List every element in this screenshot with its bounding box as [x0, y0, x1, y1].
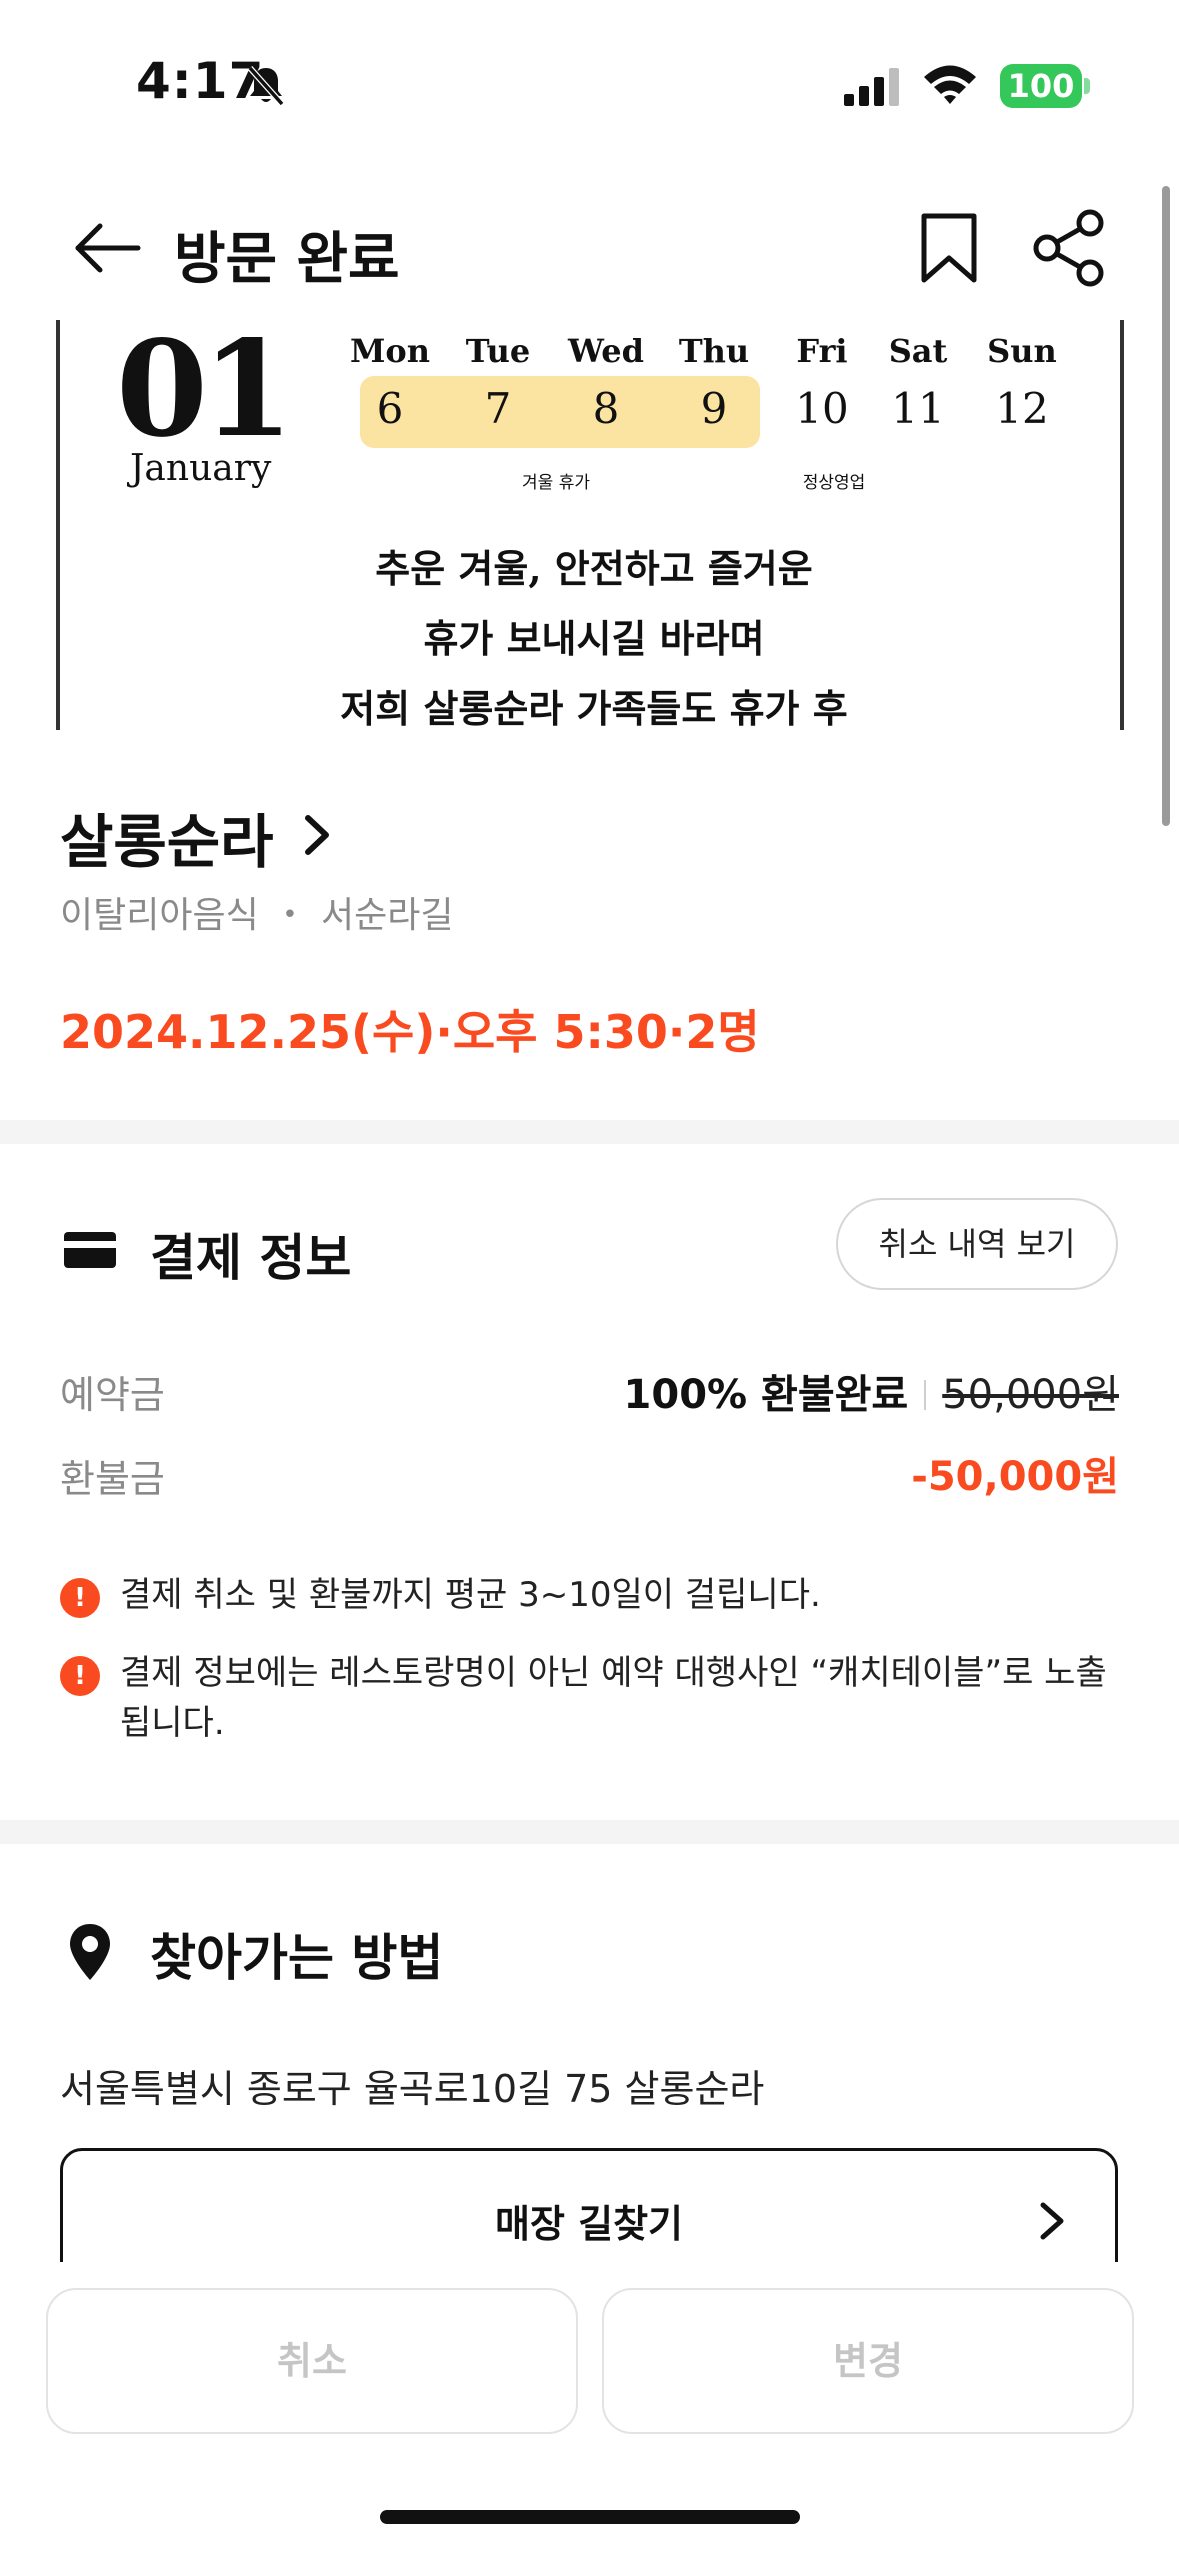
- restaurant-address: 서울특별시 종로구 율곡로10길 75 살롱순라: [60, 2067, 765, 2111]
- banner-month: January: [130, 448, 272, 489]
- restaurant-location: 서순라길: [320, 895, 454, 936]
- restaurant-meta: 이탈리아음식 • 서순라길: [60, 886, 453, 938]
- bell-slash-icon: [247, 66, 285, 106]
- cancel-reservation-button[interactable]: 취소: [46, 2288, 578, 2434]
- refund-amount: -50,000원: [911, 1454, 1119, 1500]
- info-icon: !: [60, 1578, 100, 1618]
- battery-indicator: 100: [1000, 64, 1082, 108]
- weekday-label: Fri: [796, 332, 848, 370]
- reservation-datetime: 2024.12.25(수)·오후 5:30·2명: [60, 1005, 760, 1059]
- info-icon: !: [60, 1656, 100, 1696]
- deposit-amount: 50,000원: [942, 1372, 1119, 1418]
- weekday-label: Tue: [465, 332, 531, 370]
- weekday-label: Mon: [349, 332, 431, 370]
- holiday-note: 겨울 휴가: [522, 473, 590, 493]
- card-icon: [64, 1232, 116, 1268]
- directions-title: 찾아가는 방법: [150, 1929, 444, 1987]
- refund-label: 환불금: [60, 1457, 165, 1501]
- date-number: 6: [376, 384, 404, 433]
- cellular-signal-icon: [844, 68, 899, 106]
- payment-notice: 결제 취소 및 환불까지 평균 3~10일이 걸립니다.: [120, 1575, 821, 1615]
- scrollbar-thumb[interactable]: [1162, 186, 1170, 826]
- date-number: 8: [592, 384, 620, 433]
- change-reservation-button[interactable]: 변경: [602, 2288, 1134, 2434]
- app-header: 방문 완료: [0, 190, 1179, 310]
- deposit-label: 예약금: [60, 1373, 165, 1417]
- payment-notice: 결제 정보에는 레스토랑명이 아닌 예약 대행사인 “캐치테이블”로 노출됩니다…: [120, 1653, 1107, 1743]
- banner-text-line: 추운 겨울, 안전하고 즐거운: [375, 546, 813, 591]
- weekday-label: Thu: [678, 332, 750, 370]
- chevron-right-icon[interactable]: [300, 812, 334, 858]
- open-note: 정상영업: [802, 473, 866, 493]
- bookmark-icon[interactable]: [918, 212, 980, 284]
- date-number: 9: [700, 384, 728, 433]
- page-title: 방문 완료: [174, 227, 400, 292]
- meta-dot: •: [282, 900, 298, 930]
- find-route-label: 매장 길찾기: [494, 2202, 684, 2246]
- wifi-icon: [924, 65, 976, 104]
- date-number: 11: [891, 384, 945, 433]
- value-separator: [924, 1380, 927, 1410]
- deposit-value: 100% 환불완료 50,000원: [624, 1362, 1119, 1420]
- weekday-label: Wed: [567, 332, 645, 370]
- battery-tip: [1084, 78, 1090, 94]
- deposit-status: 100% 환불완료: [623, 1372, 909, 1418]
- date-number: 12: [995, 384, 1049, 433]
- location-pin-icon: [70, 1924, 110, 1980]
- section-divider: [0, 1120, 1179, 1144]
- date-number: 7: [484, 384, 512, 433]
- notice-banner-image[interactable]: 01 January Mon Tue Wed Thu Fri Sat Sun 6…: [56, 320, 1124, 730]
- cancel-history-button[interactable]: 취소 내역 보기: [836, 1198, 1118, 1290]
- weekday-label: Sat: [888, 332, 948, 370]
- banner-text-line: 휴가 보내시길 바라며: [423, 616, 765, 661]
- section-divider: [0, 1820, 1179, 1844]
- home-indicator: [380, 2510, 800, 2524]
- banner-text-line: 저희 살롱순라 가족들도 휴가 후: [340, 686, 848, 730]
- share-icon[interactable]: [1032, 208, 1108, 288]
- chevron-right-icon: [1040, 2202, 1064, 2240]
- weekday-label: Sun: [987, 332, 1057, 370]
- restaurant-category: 이탈리아음식: [60, 895, 259, 936]
- date-number: 10: [795, 384, 849, 433]
- back-arrow-icon[interactable]: [72, 218, 142, 278]
- restaurant-name-link[interactable]: 살롱순라: [60, 795, 273, 879]
- payment-title: 결제 정보: [150, 1229, 352, 1287]
- banner-day: 01: [116, 320, 294, 467]
- status-bar: 4:17 100: [0, 0, 1179, 170]
